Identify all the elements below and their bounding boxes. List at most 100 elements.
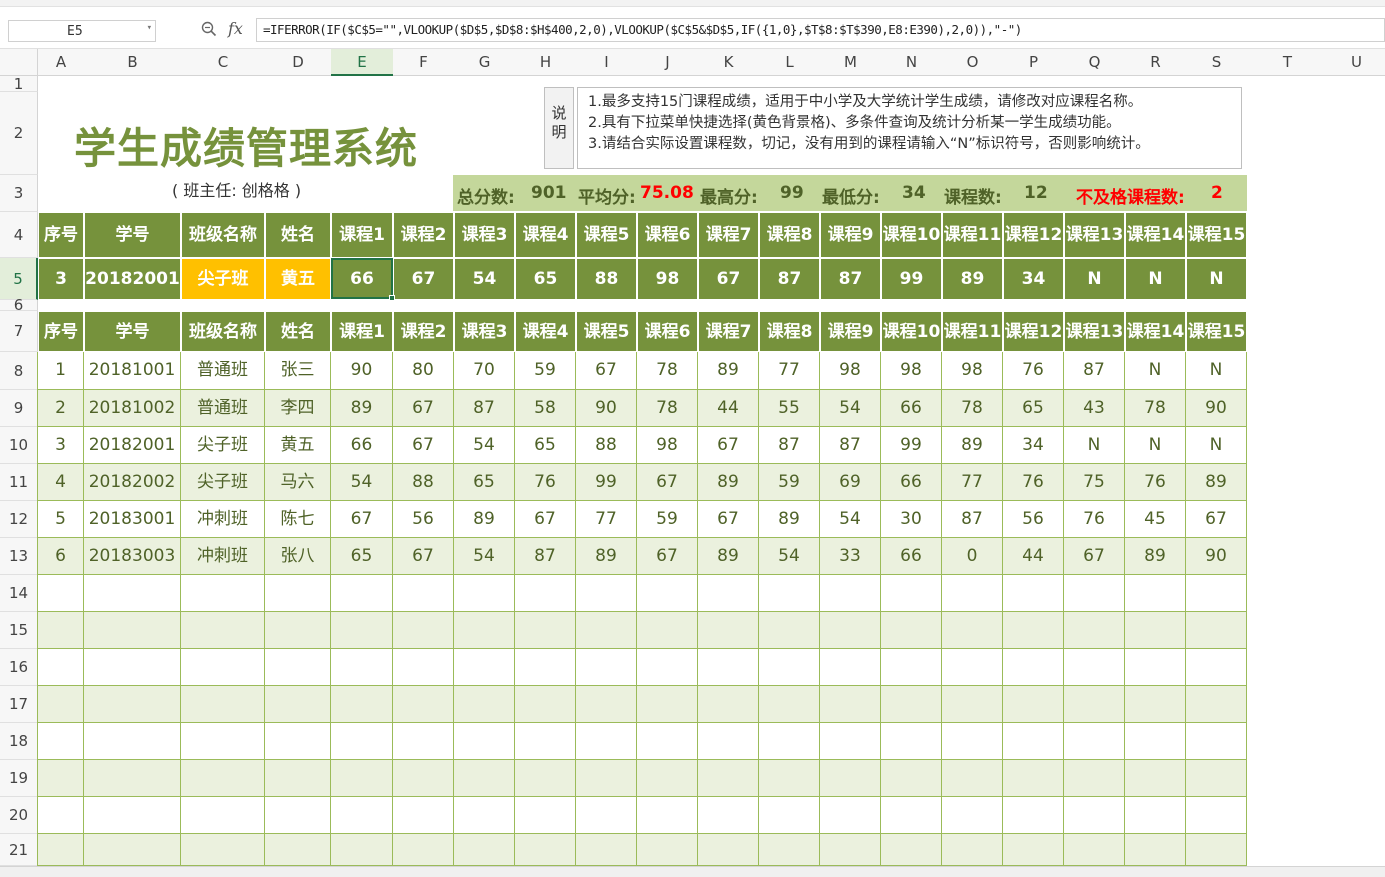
- row-header-4[interactable]: 4: [0, 212, 38, 258]
- query-result-cell[interactable]: 87: [820, 258, 881, 300]
- empty-cell[interactable]: [942, 649, 1003, 686]
- table-header-cell[interactable]: 序号: [38, 311, 84, 352]
- table-cell[interactable]: 54: [331, 464, 393, 501]
- empty-cell[interactable]: [759, 797, 820, 834]
- table-cell[interactable]: 56: [393, 501, 454, 538]
- empty-cell[interactable]: [84, 723, 181, 760]
- empty-cell[interactable]: [515, 612, 576, 649]
- empty-cell[interactable]: [38, 649, 84, 686]
- empty-cell[interactable]: [1186, 686, 1247, 723]
- empty-cell[interactable]: [265, 723, 331, 760]
- table-header-cell[interactable]: 姓名: [265, 311, 331, 352]
- empty-cell[interactable]: [820, 686, 881, 723]
- table-header-cell[interactable]: 课程8: [759, 212, 820, 258]
- empty-cell[interactable]: [1003, 649, 1064, 686]
- table-cell[interactable]: 冲刺班: [181, 501, 265, 538]
- table-cell[interactable]: 98: [637, 427, 698, 464]
- empty-cell[interactable]: [698, 686, 759, 723]
- empty-cell[interactable]: [637, 760, 698, 797]
- table-header-cell[interactable]: 课程9: [820, 311, 881, 352]
- query-result-cell[interactable]: 98: [637, 258, 698, 300]
- table-cell[interactable]: 尖子班: [181, 464, 265, 501]
- row-header-5[interactable]: 5: [0, 258, 38, 300]
- column-header-r[interactable]: R: [1125, 49, 1186, 76]
- column-header-c[interactable]: C: [181, 49, 265, 76]
- column-header-j[interactable]: J: [637, 49, 698, 76]
- empty-cell[interactable]: [637, 834, 698, 866]
- empty-cell[interactable]: [393, 723, 454, 760]
- table-header-cell[interactable]: 课程11: [942, 212, 1003, 258]
- empty-cell[interactable]: [881, 723, 942, 760]
- empty-cell[interactable]: [181, 649, 265, 686]
- table-cell[interactable]: 67: [515, 501, 576, 538]
- table-cell[interactable]: 78: [1125, 390, 1186, 427]
- table-header-cell[interactable]: 姓名: [265, 212, 331, 258]
- empty-cell[interactable]: [881, 575, 942, 612]
- empty-cell[interactable]: [181, 686, 265, 723]
- empty-cell[interactable]: [1125, 723, 1186, 760]
- table-cell[interactable]: 54: [454, 538, 515, 575]
- empty-cell[interactable]: [1064, 834, 1125, 866]
- empty-cell[interactable]: [1186, 649, 1247, 686]
- table-header-cell[interactable]: 课程3: [454, 311, 515, 352]
- table-cell[interactable]: 张三: [265, 352, 331, 390]
- empty-cell[interactable]: [393, 612, 454, 649]
- empty-cell[interactable]: [1003, 686, 1064, 723]
- empty-cell[interactable]: [38, 834, 84, 866]
- empty-cell[interactable]: [1186, 723, 1247, 760]
- table-cell[interactable]: 77: [942, 464, 1003, 501]
- empty-cell[interactable]: [84, 834, 181, 866]
- table-cell[interactable]: 66: [331, 427, 393, 464]
- table-cell[interactable]: 65: [331, 538, 393, 575]
- table-cell[interactable]: 45: [1125, 501, 1186, 538]
- row-header-15[interactable]: 15: [0, 612, 38, 649]
- table-cell[interactable]: 66: [881, 464, 942, 501]
- empty-cell[interactable]: [38, 723, 84, 760]
- empty-cell[interactable]: [576, 760, 637, 797]
- empty-cell[interactable]: [1125, 686, 1186, 723]
- table-cell[interactable]: 67: [393, 390, 454, 427]
- empty-cell[interactable]: [1186, 575, 1247, 612]
- table-cell[interactable]: 98: [942, 352, 1003, 390]
- column-header-s[interactable]: S: [1186, 49, 1247, 76]
- empty-cell[interactable]: [1003, 834, 1064, 866]
- table-cell[interactable]: 54: [759, 538, 820, 575]
- table-cell[interactable]: 87: [820, 427, 881, 464]
- empty-cell[interactable]: [181, 723, 265, 760]
- table-cell[interactable]: 马六: [265, 464, 331, 501]
- table-cell[interactable]: 59: [637, 501, 698, 538]
- empty-cell[interactable]: [1064, 797, 1125, 834]
- table-cell[interactable]: 89: [698, 538, 759, 575]
- table-cell[interactable]: 67: [331, 501, 393, 538]
- empty-cell[interactable]: [1125, 575, 1186, 612]
- query-result-cell[interactable]: N: [1186, 258, 1247, 300]
- table-cell[interactable]: 尖子班: [181, 427, 265, 464]
- table-cell[interactable]: 90: [576, 390, 637, 427]
- table-cell[interactable]: 65: [515, 427, 576, 464]
- table-header-cell[interactable]: 课程11: [942, 311, 1003, 352]
- query-result-cell[interactable]: 54: [454, 258, 515, 300]
- empty-cell[interactable]: [637, 575, 698, 612]
- empty-cell[interactable]: [1064, 686, 1125, 723]
- query-result-cell[interactable]: 65: [515, 258, 576, 300]
- table-cell[interactable]: 70: [454, 352, 515, 390]
- empty-cell[interactable]: [265, 649, 331, 686]
- table-cell[interactable]: N: [1064, 427, 1125, 464]
- table-cell[interactable]: 67: [1186, 501, 1247, 538]
- table-cell[interactable]: 67: [698, 427, 759, 464]
- empty-cell[interactable]: [820, 649, 881, 686]
- table-header-cell[interactable]: 课程15: [1186, 212, 1247, 258]
- table-header-cell[interactable]: 课程5: [576, 311, 637, 352]
- table-cell[interactable]: 66: [881, 390, 942, 427]
- column-header-q[interactable]: Q: [1064, 49, 1125, 76]
- table-cell[interactable]: 76: [1003, 464, 1064, 501]
- empty-cell[interactable]: [1003, 575, 1064, 612]
- table-header-cell[interactable]: 课程12: [1003, 311, 1064, 352]
- table-cell[interactable]: 69: [820, 464, 881, 501]
- table-cell[interactable]: 陈七: [265, 501, 331, 538]
- column-header-m[interactable]: M: [820, 49, 881, 76]
- empty-cell[interactable]: [576, 723, 637, 760]
- empty-cell[interactable]: [1125, 760, 1186, 797]
- table-header-cell[interactable]: 课程14: [1125, 212, 1186, 258]
- empty-cell[interactable]: [1125, 797, 1186, 834]
